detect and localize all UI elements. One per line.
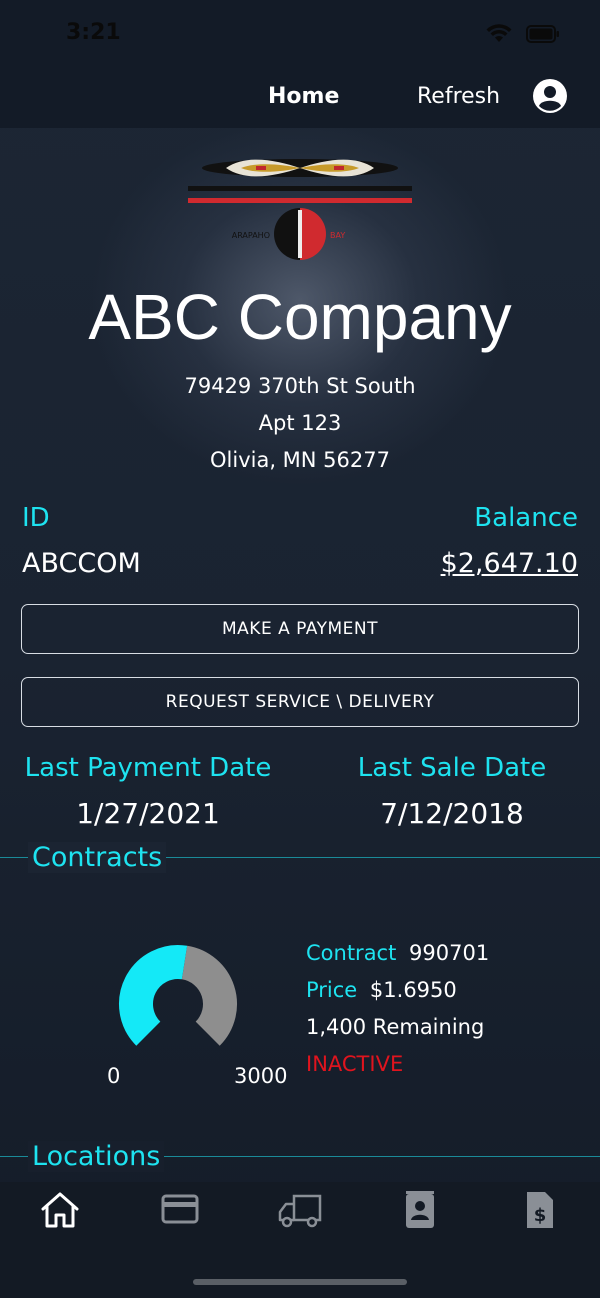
top-nav-bar: Home Refresh xyxy=(0,64,600,128)
balance-link[interactable]: $2,647.10 xyxy=(441,548,578,579)
last-payment-date-label: Last Payment Date xyxy=(24,753,272,783)
gauge-remaining-arc xyxy=(180,945,237,1046)
make-payment-button[interactable]: MAKE A PAYMENT xyxy=(21,604,579,654)
battery-icon xyxy=(526,25,560,43)
last-sale-date-label: Last Sale Date xyxy=(357,753,547,783)
nav-home-link[interactable]: Home xyxy=(268,84,339,109)
contract-gauge xyxy=(110,944,246,1062)
locations-section-title: Locations xyxy=(28,1141,165,1172)
contract-value: 990701 xyxy=(409,941,490,965)
nav-refresh-button[interactable]: Refresh xyxy=(417,84,500,109)
id-value: ABCCOM xyxy=(22,548,141,579)
company-logo: ARAPAHO BAY xyxy=(186,152,414,264)
balance-label: Balance xyxy=(474,503,578,533)
id-label: ID xyxy=(22,503,50,533)
gauge-min-label: 0 xyxy=(107,1064,121,1088)
address-line-2: Apt 123 xyxy=(258,411,342,435)
address-line-1: 79429 370th St South xyxy=(184,374,416,398)
price-label: Price xyxy=(306,978,358,1002)
company-address: 79429 370th St South Apt 123 Olivia, MN … xyxy=(0,368,600,479)
status-bar: 3:21 xyxy=(0,0,600,64)
contract-status: INACTIVE xyxy=(306,1052,404,1076)
request-service-button[interactable]: REQUEST SERVICE \ DELIVERY xyxy=(21,677,579,727)
wifi-icon xyxy=(486,24,512,44)
account-circle-icon[interactable] xyxy=(532,78,568,114)
logo-left-text: ARAPAHO xyxy=(232,231,270,240)
contract-number-row: Contract 990701 xyxy=(306,941,489,965)
gauge-used-arc xyxy=(119,945,188,1046)
status-time: 3:21 xyxy=(66,20,121,45)
invoice-dollar-icon[interactable]: $ xyxy=(518,1190,562,1230)
gauge-max-label: 3000 xyxy=(234,1064,288,1088)
home-indicator xyxy=(193,1279,407,1285)
home-icon[interactable] xyxy=(38,1190,82,1230)
contact-icon[interactable] xyxy=(398,1190,442,1230)
contract-remaining: 1,400 Remaining xyxy=(306,1015,485,1039)
last-sale-date-value: 7/12/2018 xyxy=(380,797,524,830)
address-line-3: Olivia, MN 56277 xyxy=(210,448,390,472)
last-payment-date-value: 1/27/2021 xyxy=(76,797,220,830)
contracts-section-title: Contracts xyxy=(28,842,167,873)
credit-card-icon[interactable] xyxy=(158,1190,202,1230)
status-icons xyxy=(486,24,560,44)
svg-text:$: $ xyxy=(534,1205,547,1226)
company-name: ABC Company xyxy=(88,281,512,353)
contract-price-row: Price $1.6950 xyxy=(306,978,457,1002)
truck-icon[interactable] xyxy=(276,1190,322,1230)
logo-right-text: BAY xyxy=(330,231,345,240)
contract-label: Contract xyxy=(306,941,397,965)
price-value: $1.6950 xyxy=(369,978,457,1002)
